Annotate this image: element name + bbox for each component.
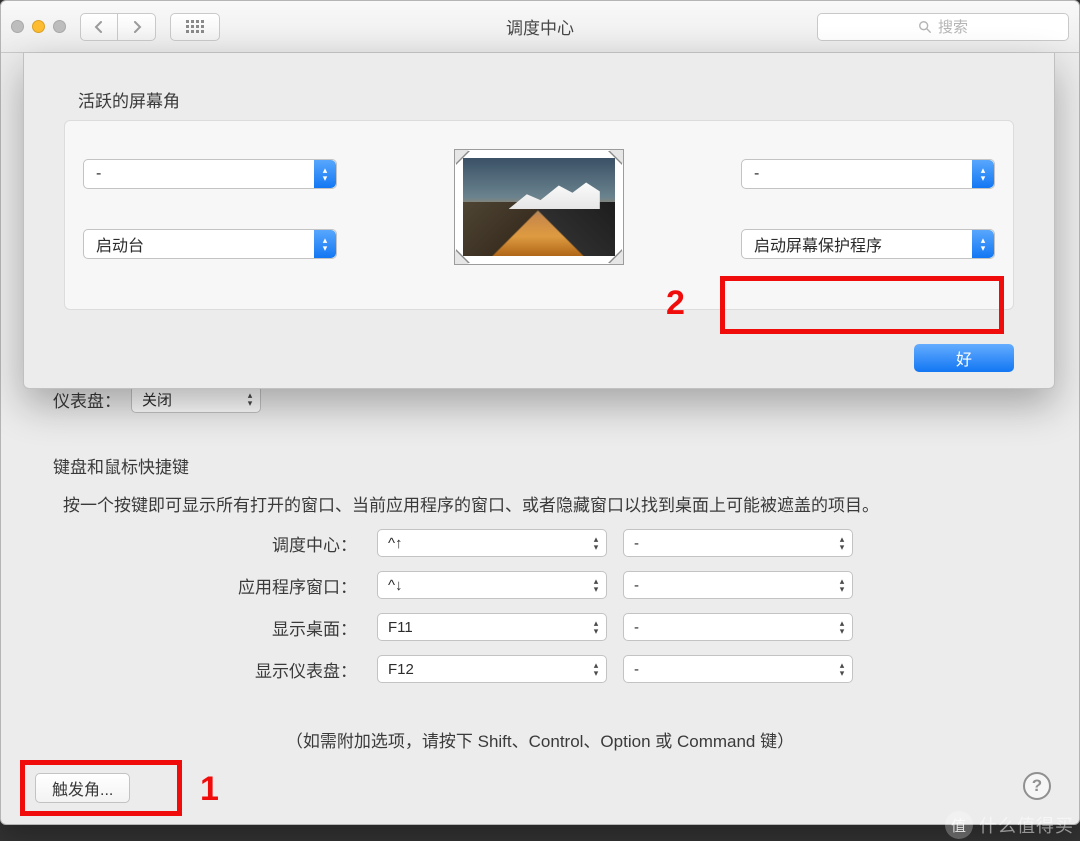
show-all-button[interactable] <box>170 13 220 41</box>
shortcut-label: 显示桌面： <box>151 615 361 640</box>
screen-preview <box>454 149 624 265</box>
app-windows-key-select[interactable]: ^↓▴▾ <box>377 571 607 599</box>
hot-corners-button[interactable]: 触发角... <box>35 773 130 803</box>
chevron-updown-icon: ▴▾ <box>972 160 994 188</box>
annotation-number-1: 1 <box>200 770 219 809</box>
wallpaper-icon <box>463 158 615 256</box>
help-button[interactable]: ? <box>1023 772 1051 800</box>
corner-panel: - ▴▾ 启动台 ▴▾ - ▴▾ 启动屏幕保护程序 ▴▾ <box>64 120 1014 310</box>
show-desktop-key-select[interactable]: F11▴▾ <box>377 613 607 641</box>
top-left-corner-select[interactable]: - ▴▾ <box>83 159 337 189</box>
titlebar: 调度中心 搜索 <box>1 1 1079 53</box>
shortcut-label: 调度中心： <box>151 531 361 556</box>
modifier-hint: （如需附加选项，请按下 Shift、Control、Option 或 Comma… <box>1 727 1079 752</box>
top-right-corner-select[interactable]: - ▴▾ <box>741 159 995 189</box>
corner-marker-icon <box>455 250 469 264</box>
shortcut-label: 应用程序窗口： <box>151 573 361 598</box>
forward-button[interactable] <box>118 13 156 41</box>
app-windows-mouse-select[interactable]: -▴▾ <box>623 571 853 599</box>
show-dashboard-key-select[interactable]: F12▴▾ <box>377 655 607 683</box>
preferences-window: 调度中心 搜索 仪表盘： 关闭 ▴▾ 键盘和鼠标快捷键 按一个按键即可显示所有打… <box>0 0 1080 825</box>
chevron-updown-icon: ▴▾ <box>314 160 336 188</box>
corner-marker-icon <box>609 250 623 264</box>
chevron-updown-icon: ▴▾ <box>314 230 336 258</box>
shortcuts-description: 按一个按键即可显示所有打开的窗口、当前应用程序的窗口、或者隐藏窗口以找到桌面上可… <box>63 491 879 516</box>
stepper-icon: ▴▾ <box>834 658 850 680</box>
close-window-button[interactable] <box>11 20 24 33</box>
show-dashboard-mouse-select[interactable]: -▴▾ <box>623 655 853 683</box>
bottom-right-corner-select[interactable]: 启动屏幕保护程序 ▴▾ <box>741 229 995 259</box>
shortcuts-section-label: 键盘和鼠标快捷键 <box>53 453 189 478</box>
stepper-icon: ▴▾ <box>834 532 850 554</box>
shortcut-grid: 调度中心： ^↑▴▾ -▴▾ 应用程序窗口： ^↓▴▾ -▴▾ 显示桌面： F1… <box>151 529 853 683</box>
corner-marker-icon <box>609 150 623 164</box>
chevron-updown-icon: ▴▾ <box>972 230 994 258</box>
stepper-icon: ▴▾ <box>588 574 604 596</box>
search-placeholder: 搜索 <box>938 16 968 37</box>
dashboard-label: 仪表盘： <box>53 387 121 412</box>
shortcut-label: 显示仪表盘： <box>151 657 361 682</box>
hot-corners-sheet: 活跃的屏幕角 - ▴▾ 启动台 ▴▾ - ▴▾ 启动屏幕保护程序 ▴▾ <box>23 53 1055 389</box>
zoom-window-button[interactable] <box>53 20 66 33</box>
sheet-title: 活跃的屏幕角 <box>78 87 1014 112</box>
stepper-icon: ▴▾ <box>242 388 258 410</box>
stepper-icon: ▴▾ <box>588 616 604 638</box>
traffic-lights <box>11 20 66 33</box>
bottom-left-corner-select[interactable]: 启动台 ▴▾ <box>83 229 337 259</box>
grid-icon <box>186 20 204 34</box>
ok-button[interactable]: 好 <box>914 344 1014 372</box>
search-icon <box>918 20 932 34</box>
stepper-icon: ▴▾ <box>834 574 850 596</box>
show-desktop-mouse-select[interactable]: -▴▾ <box>623 613 853 641</box>
corner-marker-icon <box>455 150 469 164</box>
stepper-icon: ▴▾ <box>834 616 850 638</box>
dashboard-row: 仪表盘： 关闭 ▴▾ <box>53 385 261 413</box>
mission-control-key-select[interactable]: ^↑▴▾ <box>377 529 607 557</box>
search-field[interactable]: 搜索 <box>817 13 1069 41</box>
minimize-window-button[interactable] <box>32 20 45 33</box>
window-body: 仪表盘： 关闭 ▴▾ 键盘和鼠标快捷键 按一个按键即可显示所有打开的窗口、当前应… <box>1 53 1079 824</box>
stepper-icon: ▴▾ <box>588 532 604 554</box>
annotation-number-2: 2 <box>666 284 685 323</box>
stepper-icon: ▴▾ <box>588 658 604 680</box>
back-button[interactable] <box>80 13 118 41</box>
nav-buttons <box>80 13 156 41</box>
dashboard-select[interactable]: 关闭 ▴▾ <box>131 385 261 413</box>
mission-control-mouse-select[interactable]: -▴▾ <box>623 529 853 557</box>
